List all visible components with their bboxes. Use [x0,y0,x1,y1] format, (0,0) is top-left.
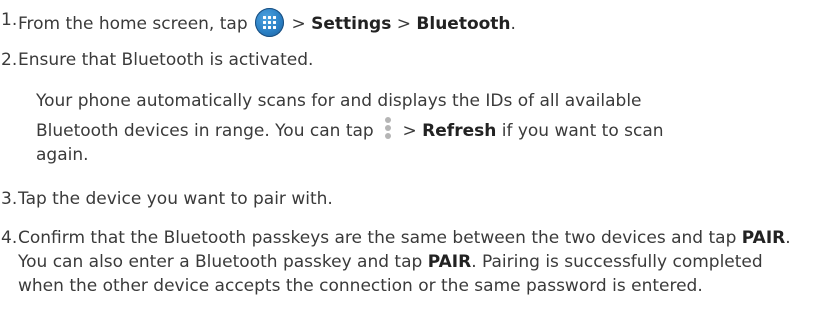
step-text: Confirm that the Bluetooth passkeys are … [18,226,807,298]
bluetooth-label: Bluetooth [416,14,511,34]
overflow-menu-icon [383,117,393,141]
instructions-document: 1. From the home screen, tap > Settings … [0,0,813,319]
step-number: 1. [1,10,18,30]
separator: > [402,121,417,141]
note-text: if you want to scan [501,121,664,141]
step-number: 2. [1,50,18,70]
step-1-text-start: From the home screen, tap [18,14,248,34]
step-text: From the home screen, tap > Settings > B… [18,8,807,37]
step-1-period: . [510,14,516,34]
note-text: Bluetooth devices in range. You can tap [36,121,374,141]
settings-label: Settings [311,14,392,34]
pair-label: PAIR [427,252,472,272]
note-line-1: Your phone automatically scans for and d… [36,91,642,111]
step-4-text: Confirm that the Bluetooth passkeys are … [18,228,737,248]
note-line-3: again. [36,145,89,165]
scan-note: Your phone automatically scans for and d… [36,89,807,167]
note-line-2: Bluetooth devices in range. You can tap … [36,117,807,143]
step-text: Ensure that Bluetooth is activated. [18,50,314,70]
apps-grid-icon [255,8,285,37]
pair-label: PAIR [741,228,786,248]
refresh-label: Refresh [422,121,497,141]
separator: > [291,14,306,34]
step-text: Tap the device you want to pair with. [18,189,333,209]
step-number: 3. [1,189,18,209]
separator: > [396,14,411,34]
step-number: 4. [1,228,18,248]
